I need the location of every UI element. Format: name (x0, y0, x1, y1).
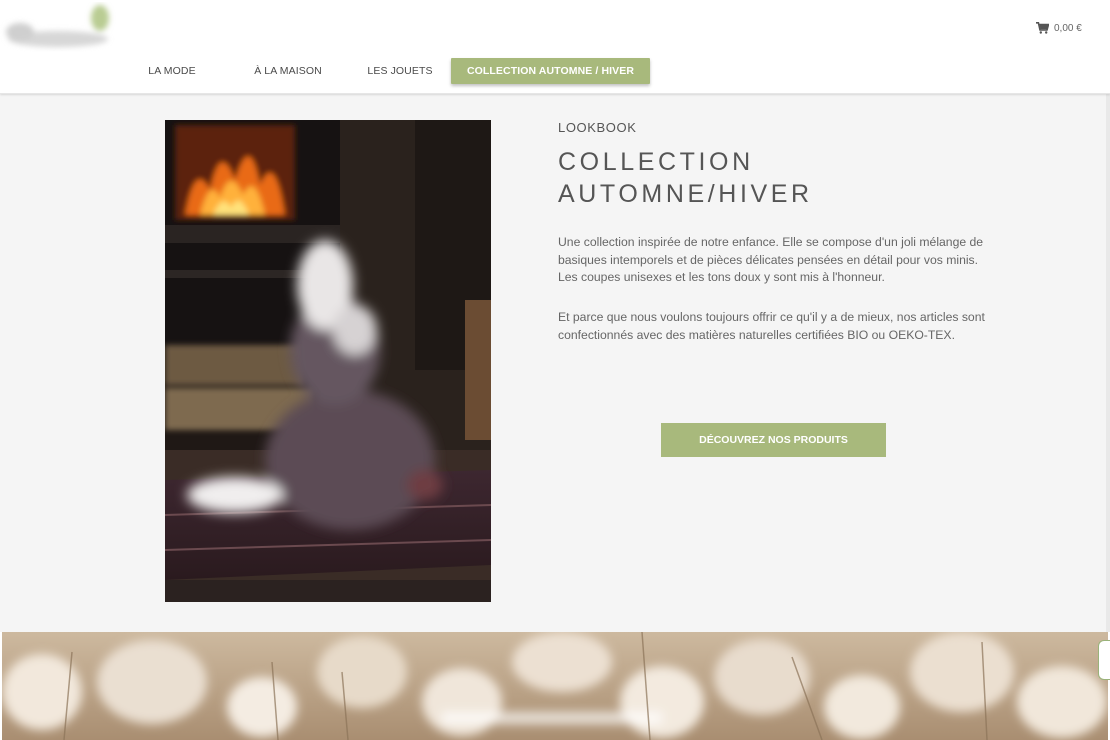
title-line-2: AUTOMNE/HIVER (558, 180, 813, 208)
bunny-tail-grass-image (2, 632, 1108, 740)
nav-item-collection-automne-hiver[interactable]: COLLECTION AUTOMNE / HIVER (451, 58, 650, 84)
lookbook-text: LOOKBOOK COLLECTION AUTOMNE/HIVER Une co… (558, 120, 998, 342)
description-paragraph-2: Et parce que nous voulons toujours offri… (558, 310, 985, 342)
site-logo[interactable] (0, 2, 118, 54)
main-navigation: LA MODE À LA MAISON LES JOUETS COLLECTIO… (128, 58, 650, 84)
page-scrollbar[interactable] (1106, 0, 1110, 632)
description-paragraph-1: Une collection inspirée de notre enfance… (558, 235, 984, 284)
chat-widget-tab[interactable] (1098, 640, 1110, 680)
flower-banner (2, 632, 1108, 740)
site-header: 0,00 € LA MODE À LA MAISON LES JOUETS CO… (0, 0, 1110, 94)
nav-item-la-mode[interactable]: LA MODE (128, 58, 216, 84)
nav-item-les-jouets[interactable]: LES JOUETS (360, 58, 440, 84)
lookbook-eyebrow: LOOKBOOK (558, 120, 637, 135)
cart-total: 0,00 € (1054, 22, 1082, 34)
title-line-1: COLLECTION (558, 148, 754, 176)
shopping-cart-icon (1036, 22, 1049, 34)
discover-products-button[interactable]: DÉCOUVREZ NOS PRODUITS (661, 423, 886, 457)
lookbook-section: LOOKBOOK COLLECTION AUTOMNE/HIVER Une co… (0, 94, 1110, 632)
nav-item-a-la-maison[interactable]: À LA MAISON (228, 58, 348, 84)
cart-summary[interactable]: 0,00 € (1036, 19, 1082, 37)
collection-title: COLLECTION AUTOMNE/HIVER (558, 146, 998, 210)
fireplace-child-image (165, 120, 491, 602)
lookbook-photo (165, 120, 491, 602)
logo-image (6, 5, 109, 47)
